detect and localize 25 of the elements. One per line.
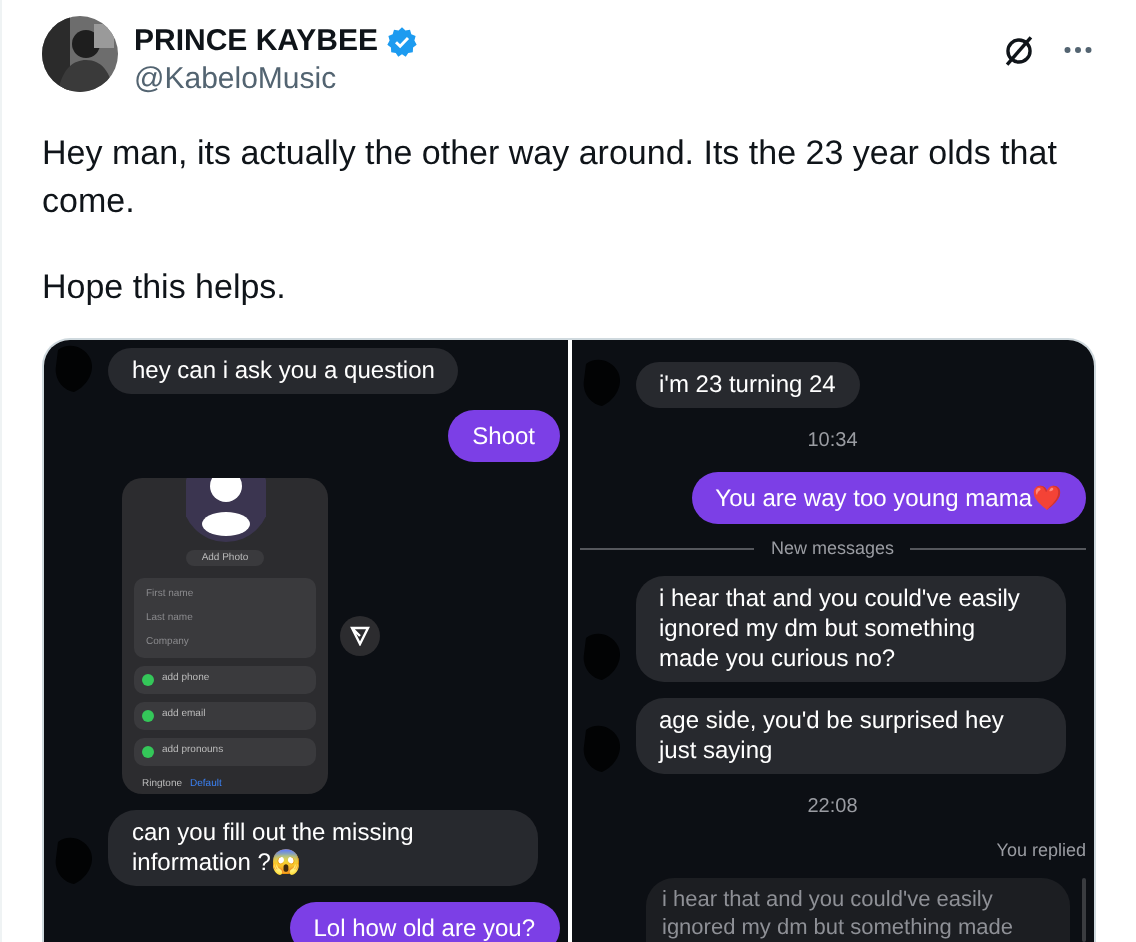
incoming-message: i'm 23 turning 24 <box>635 362 860 408</box>
outgoing-message: You are way too young mama❤ <box>691 472 1086 524</box>
author-handle[interactable]: @KabeloMusic <box>134 60 418 98</box>
plus-circle-icon <box>142 710 154 722</box>
grok-icon[interactable] <box>1002 33 1036 67</box>
outgoing-message: Shoot <box>448 410 559 462</box>
share-button[interactable] <box>340 616 380 656</box>
incoming-message: hey can i ask you a question <box>108 348 459 394</box>
timestamp: 10:34 <box>807 428 858 456</box>
timestamp: 22:08 <box>807 794 858 822</box>
author-name[interactable]: PRINCE KAYBEE <box>134 24 378 60</box>
post-text: Hope this helps. <box>42 266 288 310</box>
incoming-message: i hear that and you could've easily ignored my dm but something made you curious no? <box>635 576 1065 682</box>
outgoing-message: Lol how old are you? <box>289 902 559 942</box>
new-messages-divider-label: New messages <box>770 536 895 560</box>
replied-message-quote: i hear that and you could've easily ignored my dm but something made <box>646 878 1070 942</box>
reply-status: You replied <box>996 838 1086 862</box>
avatar-placeholder-icon <box>185 478 265 542</box>
scribble-mark <box>52 342 96 394</box>
incoming-message: age side, you'd be surprised hey just saying <box>635 698 1065 774</box>
post-text: Hey man, its actually the other way around. Its the 23 year olds that come. <box>42 132 1058 224</box>
plus-circle-icon <box>142 746 154 758</box>
plus-circle-icon <box>142 674 154 686</box>
incoming-message: can you fill out the missing information ?😱 <box>108 810 538 886</box>
send-icon <box>350 626 370 646</box>
